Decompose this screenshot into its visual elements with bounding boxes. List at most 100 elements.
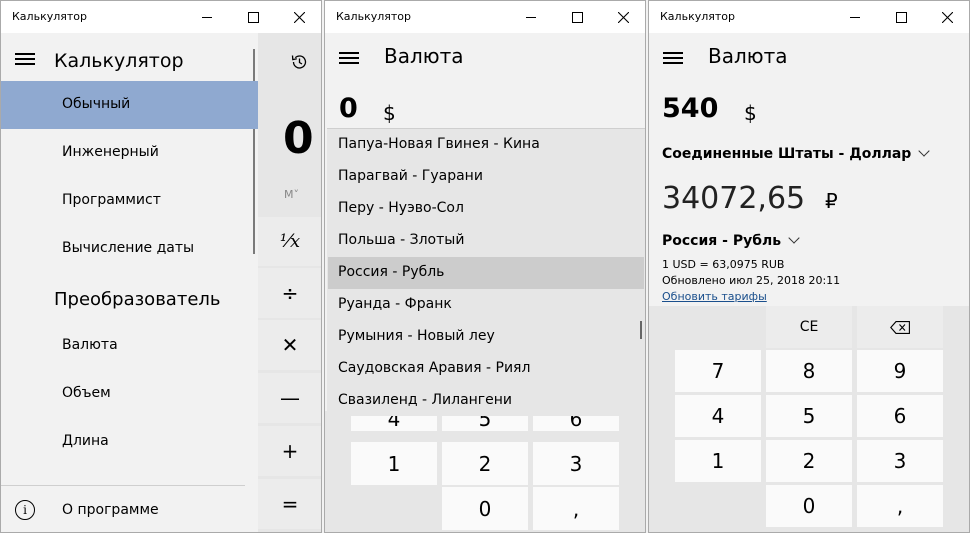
- hamburger-menu-icon[interactable]: [339, 51, 359, 65]
- backspace-button[interactable]: [857, 306, 943, 348]
- history-icon[interactable]: [290, 53, 308, 71]
- from-value[interactable]: 0: [339, 93, 358, 124]
- info-icon: i: [15, 500, 35, 520]
- minimize-button[interactable]: [184, 1, 230, 33]
- navigation-pane: Калькулятор Обычный Инженерный Программи…: [1, 33, 258, 532]
- dropdown-item-label: Папуа-Новая Гвинея - Кина: [338, 136, 540, 152]
- dropdown-item[interactable]: Румыния - Новый леу: [328, 321, 644, 353]
- hamburger-menu-icon[interactable]: [663, 51, 683, 65]
- key-3[interactable]: 3: [857, 440, 943, 482]
- memory-list-button[interactable]: M˅: [284, 188, 299, 201]
- page-title: Валюта: [384, 44, 464, 68]
- from-value[interactable]: 540: [662, 93, 718, 124]
- multiply-button[interactable]: ✕: [258, 320, 321, 370]
- nav-item-scientific[interactable]: Инженерный: [1, 129, 258, 177]
- from-currency-symbol: $: [744, 101, 757, 125]
- key-0[interactable]: 0: [442, 487, 528, 530]
- from-unit-dropdown[interactable]: Соединенные Штаты - Доллар: [662, 145, 930, 162]
- dropdown-item-label: Россия - Рубль: [338, 264, 445, 280]
- about-button[interactable]: i О программе: [1, 491, 258, 531]
- to-value[interactable]: 34072,65: [662, 181, 805, 216]
- key-1[interactable]: 1: [351, 442, 437, 485]
- nav-item-date-calculation[interactable]: Вычисление даты: [1, 225, 258, 273]
- key-5[interactable]: 5: [766, 395, 852, 437]
- key-comma[interactable]: ,: [857, 485, 943, 527]
- from-unit-label: Соединенные Штаты - Доллар: [662, 146, 912, 162]
- close-button[interactable]: [276, 1, 321, 33]
- dropdown-item-label: Румыния - Новый леу: [338, 328, 495, 344]
- key-9[interactable]: 9: [857, 350, 943, 392]
- key-comma[interactable]: ,: [533, 487, 619, 530]
- nav-item-volume[interactable]: Объем: [1, 370, 258, 418]
- dropdown-item[interactable]: Парагвай - Гуарани: [328, 161, 644, 193]
- dropdown-item-selected[interactable]: Россия - Рубль: [328, 257, 644, 289]
- chevron-down-icon: [918, 145, 930, 157]
- dropdown-scrollbar[interactable]: [640, 321, 642, 339]
- maximize-button[interactable]: [230, 1, 276, 33]
- key-2[interactable]: 2: [766, 440, 852, 482]
- to-unit-dropdown[interactable]: Россия - Рубль: [662, 232, 800, 249]
- about-label: О программе: [62, 502, 159, 518]
- close-button[interactable]: [600, 1, 645, 33]
- update-rates-link[interactable]: Обновить тарифы: [662, 290, 767, 303]
- display-value: 0: [283, 113, 314, 164]
- key-1[interactable]: 1: [675, 440, 761, 482]
- key-2[interactable]: 2: [442, 442, 528, 485]
- dropdown-item-label: Свазиленд - Лилангени: [338, 392, 513, 408]
- minus-button[interactable]: —: [258, 373, 321, 423]
- title-bar: Калькулятор: [649, 1, 969, 33]
- key-6[interactable]: 6: [857, 395, 943, 437]
- maximize-button[interactable]: [878, 1, 924, 33]
- clear-entry-button[interactable]: CE: [766, 306, 852, 348]
- nav-item-currency[interactable]: Валюта: [1, 322, 258, 370]
- calculator-window-currency: Калькулятор Валюта 540 $ Соединенные Шта…: [648, 0, 970, 533]
- to-unit-label: Россия - Рубль: [662, 233, 782, 249]
- dropdown-item-label: Польша - Злотый: [338, 232, 465, 248]
- key-7[interactable]: 7: [675, 350, 761, 392]
- nav-item-label: Вычисление даты: [62, 240, 195, 256]
- keypad: 4 5 6 1 2 3 0 ,: [325, 411, 645, 532]
- nav-item-label: Программист: [62, 192, 161, 208]
- dropdown-item[interactable]: Папуа-Новая Гвинея - Кина: [328, 129, 644, 161]
- minimize-button[interactable]: [832, 1, 878, 33]
- dropdown-item-label: Перу - Нуэво-Сол: [338, 200, 464, 216]
- nav-item-label: Длина: [62, 433, 109, 449]
- hamburger-menu-icon[interactable]: [15, 52, 35, 66]
- window-title: Калькулятор: [12, 10, 87, 23]
- maximize-button[interactable]: [554, 1, 600, 33]
- key-0[interactable]: 0: [766, 485, 852, 527]
- equals-button[interactable]: =: [258, 479, 321, 529]
- key-8[interactable]: 8: [766, 350, 852, 392]
- window-title: Калькулятор: [660, 10, 735, 23]
- minimize-button[interactable]: [508, 1, 554, 33]
- calculator-background: 0 M˅ ¹⁄x ÷ ✕ — + =: [258, 33, 321, 532]
- nav-item-programmer[interactable]: Программист: [1, 177, 258, 225]
- divide-button[interactable]: ÷: [258, 268, 321, 318]
- nav-item-standard[interactable]: Обычный: [1, 81, 258, 129]
- plus-button[interactable]: +: [258, 426, 321, 476]
- close-icon: [617, 11, 629, 23]
- close-button[interactable]: [924, 1, 969, 33]
- nav-title: Калькулятор: [54, 50, 184, 72]
- page-title: Валюта: [708, 44, 788, 68]
- nav-item-length[interactable]: Длина: [1, 418, 258, 466]
- currency-dropdown-list: Папуа-Новая Гвинея - Кина Парагвай - Гуа…: [327, 128, 645, 416]
- title-bar: Калькулятор: [325, 1, 645, 33]
- nav-divider: [1, 485, 245, 486]
- dropdown-item[interactable]: Польша - Злотый: [328, 225, 644, 257]
- dropdown-item[interactable]: Свазиленд - Лилангени: [328, 385, 644, 417]
- reciprocal-button[interactable]: ¹⁄x: [258, 217, 321, 266]
- key-4[interactable]: 4: [675, 395, 761, 437]
- dropdown-item[interactable]: Перу - Нуэво-Сол: [328, 193, 644, 225]
- chevron-down-icon: [788, 232, 800, 244]
- key-3[interactable]: 3: [533, 442, 619, 485]
- exchange-rate: 1 USD = 63,0975 RUB: [662, 258, 785, 271]
- close-icon: [941, 11, 953, 23]
- dropdown-item[interactable]: Руанда - Франк: [328, 289, 644, 321]
- dropdown-item-label: Саудовская Аравия - Риял: [338, 360, 531, 376]
- dropdown-item[interactable]: Саудовская Аравия - Риял: [328, 353, 644, 385]
- from-currency-symbol: $: [383, 101, 396, 125]
- nav-item-label: Объем: [62, 385, 111, 401]
- converter-section-header: Преобразователь: [54, 289, 221, 310]
- close-icon: [293, 11, 305, 23]
